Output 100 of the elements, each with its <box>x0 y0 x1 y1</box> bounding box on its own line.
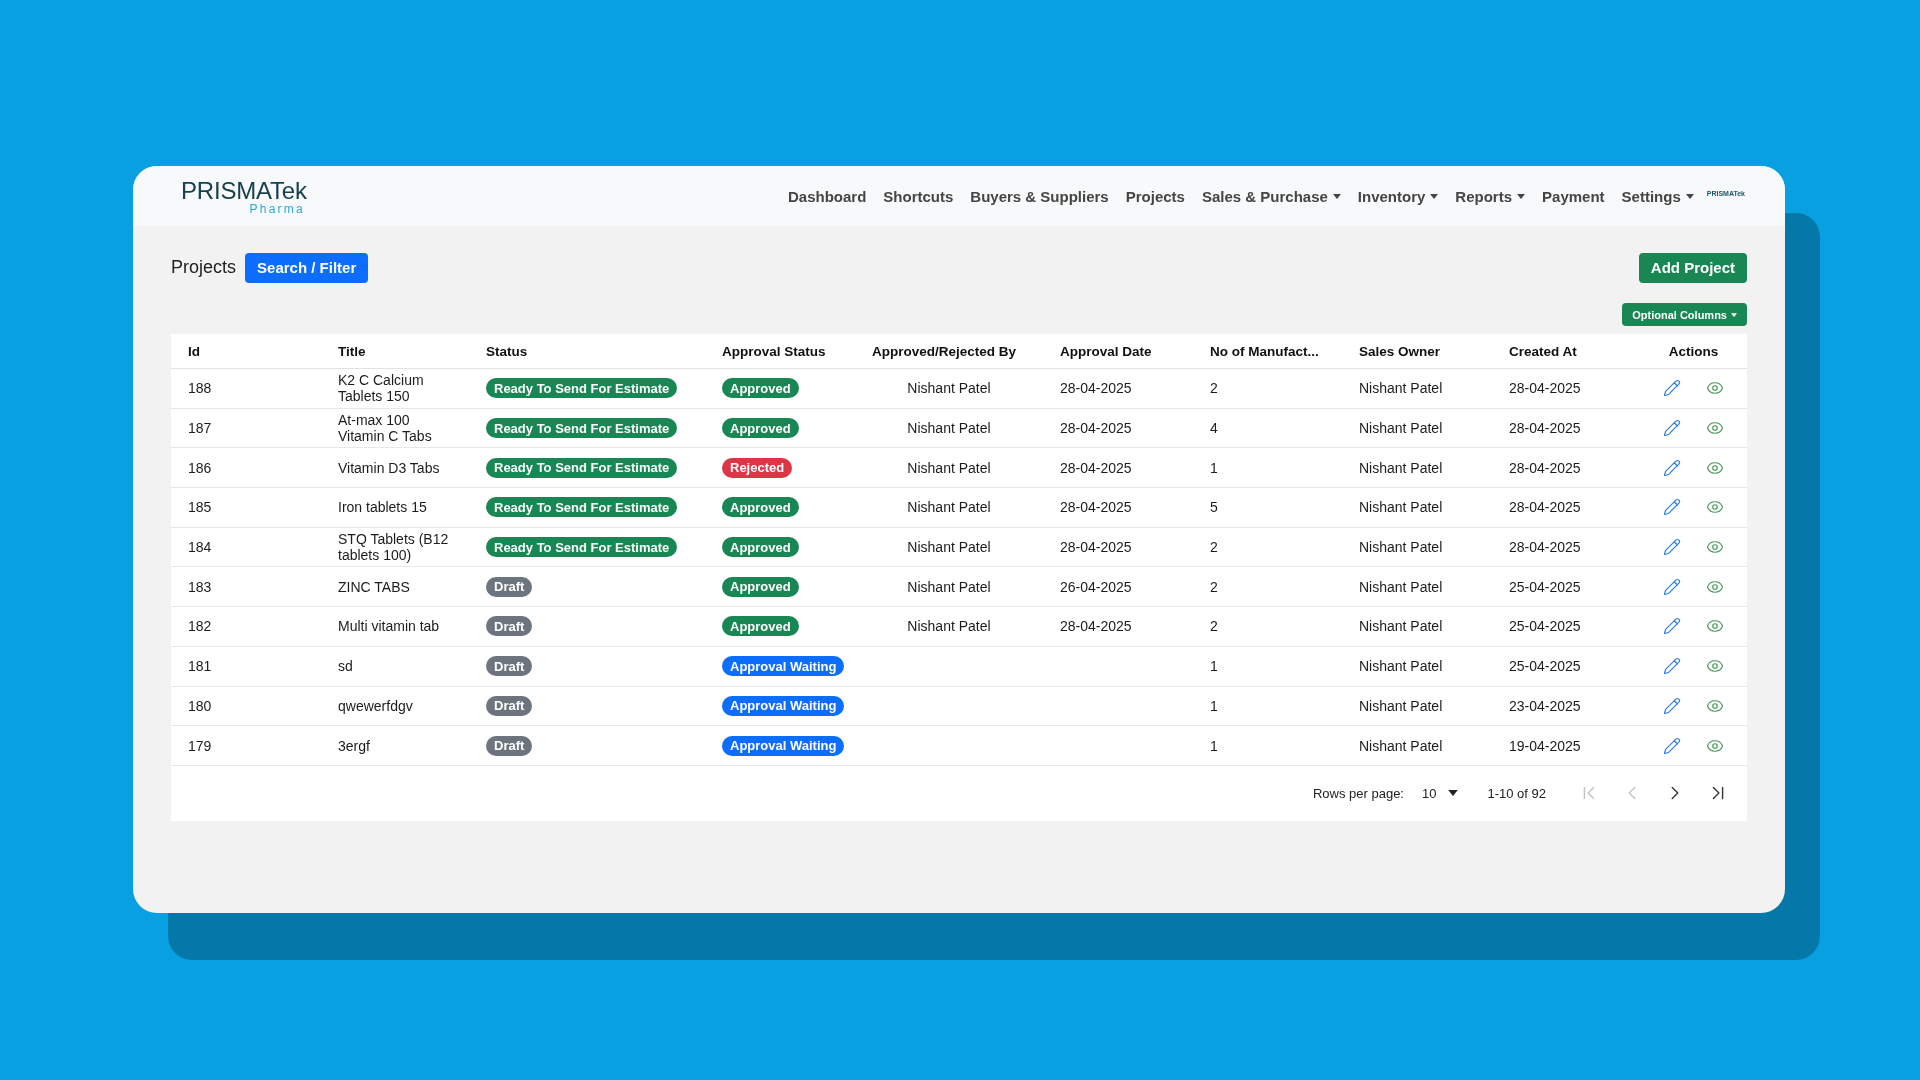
table-cell: sd <box>338 658 353 675</box>
table-cell: Nishant Patel <box>1359 420 1443 437</box>
table-cell: 180 <box>188 697 212 714</box>
column-header: Actions <box>1668 343 1719 359</box>
pencil-icon[interactable] <box>1663 498 1681 517</box>
table-cell: Nishant Patel <box>907 380 991 397</box>
table-cell: 28-04-2025 <box>1060 539 1132 556</box>
nav-link[interactable]: Sales & Purchase <box>1201 187 1341 205</box>
table-cell: 179 <box>188 737 212 754</box>
table-cell: Nishant Patel <box>1359 618 1443 635</box>
status-badge: Ready To Send For Estimate <box>486 378 678 399</box>
table-cell: Nishant Patel <box>907 420 991 437</box>
table-cell: Nishant Patel <box>907 618 991 635</box>
table-cell: 23-04-2025 <box>1509 697 1581 714</box>
column-header: Id <box>187 343 201 359</box>
status-badge: Draft <box>486 616 533 637</box>
caret-icon <box>1731 312 1737 317</box>
pencil-icon[interactable] <box>1663 458 1681 477</box>
table-cell: Nishant Patel <box>1359 737 1443 754</box>
caret-icon <box>1448 790 1459 797</box>
caret-icon <box>1332 193 1341 199</box>
table-cell: 28-04-2025 <box>1060 380 1132 397</box>
nav-link[interactable]: Buyers & Suppliers <box>970 187 1109 205</box>
add-project-button[interactable]: Add Project <box>1638 252 1747 283</box>
table-cell: Nishant Patel <box>1359 459 1443 476</box>
table-cell: 1 <box>1210 697 1218 714</box>
nav-link[interactable]: Dashboard <box>787 187 867 205</box>
table-cell: 26-04-2025 <box>1060 578 1132 595</box>
pencil-icon[interactable] <box>1663 736 1681 755</box>
table-cell: Vitamin D3 Tabs <box>338 459 440 476</box>
pencil-icon[interactable] <box>1663 657 1681 676</box>
table-cell: ZINC TABS <box>338 578 410 595</box>
table-cell: 2 <box>1210 618 1218 635</box>
nav-link[interactable]: Settings <box>1621 187 1694 205</box>
pencil-icon[interactable] <box>1663 577 1681 596</box>
table-cell: 184 <box>188 539 212 556</box>
table-cell: Nishant Patel <box>1359 578 1443 595</box>
table-cell: 25-04-2025 <box>1509 658 1581 675</box>
pencil-icon[interactable] <box>1663 379 1681 398</box>
approval-badge: Approved <box>722 537 799 558</box>
pencil-icon[interactable] <box>1663 617 1681 636</box>
table-cell: 28-04-2025 <box>1060 420 1132 437</box>
table-cell: Nishant Patel <box>1359 658 1443 675</box>
table-cell: 186 <box>188 459 212 476</box>
pencil-icon[interactable] <box>1663 538 1681 557</box>
logo-tagline: Pharma <box>249 202 305 216</box>
table-cell: 188 <box>188 380 212 397</box>
table-cell: 1 <box>1210 737 1218 754</box>
table-cell: 1 <box>1210 459 1218 476</box>
column-header: Title <box>337 343 367 359</box>
nav-link[interactable]: Shortcuts <box>883 187 954 205</box>
status-badge: Draft <box>486 695 533 716</box>
table-cell: 28-04-2025 <box>1060 499 1132 516</box>
table-cell: 28-04-2025 <box>1509 539 1581 556</box>
table-cell: 187 <box>188 420 212 437</box>
status-badge: Draft <box>486 656 533 677</box>
table-cell: 181 <box>188 658 212 675</box>
table-cell: Nishant Patel <box>1359 380 1443 397</box>
page-range: 1-10 of 92 <box>1487 785 1546 801</box>
table-cell: 1 <box>1210 658 1218 675</box>
table-cell: qwewerfdgv <box>338 697 413 714</box>
rows-per-page-select[interactable]: 10 <box>1422 785 1459 801</box>
column-header: Approved/Rejected By <box>871 343 1018 359</box>
table-cell: Iron tablets 15 <box>338 499 427 516</box>
nav-link[interactable]: Inventory <box>1357 187 1439 205</box>
table-cell: Multi vitamin tab <box>338 618 440 635</box>
column-header: Created At <box>1508 343 1578 359</box>
nav-link[interactable]: Payment <box>1542 187 1605 205</box>
nav-link[interactable]: Reports <box>1455 187 1526 205</box>
nav-link[interactable]: Projects <box>1125 187 1185 205</box>
caret-icon <box>1685 193 1694 199</box>
table-cell: 185 <box>188 499 212 516</box>
table-cell: 28-04-2025 <box>1509 380 1581 397</box>
table-cell: Nishant Patel <box>907 539 991 556</box>
table-cell: 2 <box>1210 380 1218 397</box>
status-badge: Draft <box>486 576 533 597</box>
search-filter-button[interactable]: Search / Filter <box>245 252 369 283</box>
column-header: Approval Status <box>721 343 827 359</box>
table-cell: 25-04-2025 <box>1509 618 1581 635</box>
table-cell: Nishant Patel <box>1359 697 1443 714</box>
status-badge: Ready To Send For Estimate <box>486 537 678 558</box>
rows-per-page-label: Rows per page: <box>1312 785 1404 801</box>
status-badge: Ready To Send For Estimate <box>486 457 678 478</box>
table-cell: Nishant Patel <box>1359 499 1443 516</box>
pencil-icon[interactable] <box>1663 419 1681 438</box>
optional-columns-button[interactable]: Optional Columns <box>1622 303 1747 326</box>
table-cell: 25-04-2025 <box>1509 578 1581 595</box>
status-badge: Draft <box>486 735 533 756</box>
table-cell: 183 <box>188 578 212 595</box>
table-cell: 28-04-2025 <box>1509 499 1581 516</box>
table-cell: 2 <box>1210 539 1218 556</box>
table-cell: Nishant Patel <box>907 459 991 476</box>
table-cell: 2 <box>1210 578 1218 595</box>
approval-badge: Approved <box>722 418 799 439</box>
approval-badge: Approved <box>722 497 799 518</box>
table-cell-text: At-max 100 Vitamin C Tabs <box>338 412 433 445</box>
table-cell-text: K2 C Calcium Tablets 150 <box>338 372 425 405</box>
table-cell: 182 <box>188 618 212 635</box>
status-badge: Ready To Send For Estimate <box>486 418 678 439</box>
pencil-icon[interactable] <box>1663 696 1681 715</box>
